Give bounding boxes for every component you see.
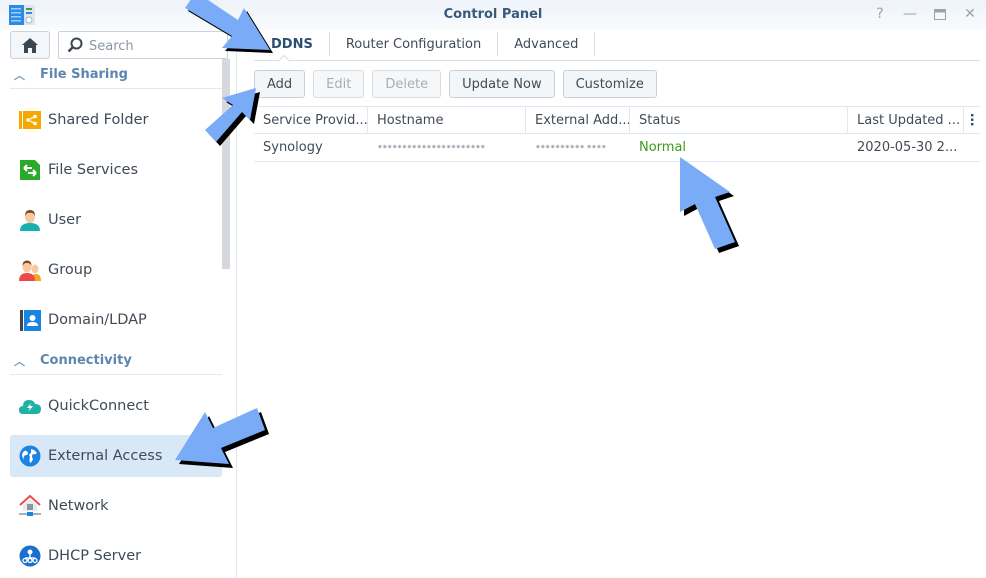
tab-bar: DDNS Router Configuration Advanced — [254, 30, 980, 61]
column-external-address[interactable]: External Add... — [526, 107, 630, 133]
title-bar: Control Panel ? — ✕ — [0, 0, 986, 30]
sidebar-item-user[interactable]: User — [10, 199, 222, 241]
toolbar: Add Edit Delete Update Now Customize — [254, 70, 657, 98]
update-now-button[interactable]: Update Now — [449, 70, 555, 98]
tab-ddns[interactable]: DDNS — [254, 32, 330, 56]
sidebar-item-external-access[interactable]: External Access — [10, 435, 222, 477]
dhcp-server-icon — [19, 545, 41, 567]
cell-external-address: •••••••••• •••• — [535, 142, 607, 153]
add-button[interactable]: Add — [254, 70, 306, 98]
main-panel: DDNS Router Configuration Advanced Add E… — [238, 30, 986, 578]
close-icon[interactable]: ✕ — [962, 6, 978, 22]
table-row[interactable]: Synology •••••••••••••••••••••• ••••••••… — [254, 134, 980, 162]
external-access-icon — [19, 445, 41, 467]
help-icon[interactable]: ? — [872, 6, 888, 22]
edit-button[interactable]: Edit — [313, 70, 365, 98]
cell-status: Normal — [639, 140, 687, 155]
search-box[interactable] — [58, 31, 228, 59]
sidebar-item-group[interactable]: Group — [10, 249, 222, 291]
search-input[interactable] — [89, 36, 219, 56]
cell-service-provider: Synology — [263, 140, 323, 155]
table-header: Service Provid... Hostname External Add.… — [254, 106, 980, 134]
quickconnect-icon — [19, 395, 41, 417]
delete-button[interactable]: Delete — [372, 70, 442, 98]
home-icon — [22, 37, 38, 53]
section-file-sharing[interactable]: ︿ File Sharing — [10, 61, 222, 89]
network-icon — [19, 495, 41, 517]
shared-folder-icon — [19, 109, 41, 131]
search-icon — [67, 37, 83, 53]
column-last-updated[interactable]: Last Updated ... — [848, 107, 964, 133]
file-services-icon — [19, 159, 41, 181]
active-tab-indicator — [278, 54, 290, 62]
domain-ldap-icon — [19, 309, 41, 331]
column-service-provider[interactable]: Service Provid... — [254, 107, 368, 133]
chevron-up-icon: ︿ — [14, 68, 25, 82]
tab-advanced[interactable]: Advanced — [498, 32, 596, 56]
minimize-icon[interactable]: — — [902, 6, 918, 22]
sidebar-item-network[interactable]: Network — [10, 485, 222, 527]
section-connectivity[interactable]: ︿ Connectivity — [10, 347, 222, 375]
sidebar-item-dhcp-server[interactable]: DHCP Server — [10, 535, 222, 577]
group-icon — [19, 259, 41, 281]
chevron-up-icon: ︿ — [14, 354, 25, 368]
sidebar-item-quickconnect[interactable]: QuickConnect — [10, 385, 222, 427]
user-icon — [19, 209, 41, 231]
cell-hostname: •••••••••••••••••••••• — [377, 142, 486, 153]
sidebar: ︿ File Sharing Shared Folder File Servic… — [0, 30, 237, 578]
window-title: Control Panel — [443, 7, 543, 22]
sidebar-item-domain-ldap[interactable]: Domain/LDAP — [10, 299, 222, 341]
customize-button[interactable]: Customize — [562, 70, 657, 98]
tab-router-configuration[interactable]: Router Configuration — [330, 32, 499, 56]
ddns-table: Service Provid... Hostname External Add.… — [254, 106, 980, 162]
cell-last-updated: 2020-05-30 2... — [857, 140, 958, 155]
maximize-icon[interactable] — [932, 6, 948, 22]
column-hostname[interactable]: Hostname — [368, 107, 526, 133]
column-status[interactable]: Status — [630, 107, 848, 133]
sidebar-item-file-services[interactable]: File Services — [10, 149, 222, 191]
column-menu-icon[interactable] — [964, 107, 980, 133]
home-button[interactable] — [10, 31, 50, 59]
sidebar-item-shared-folder[interactable]: Shared Folder — [10, 99, 222, 141]
sidebar-scrollbar[interactable] — [222, 59, 230, 269]
